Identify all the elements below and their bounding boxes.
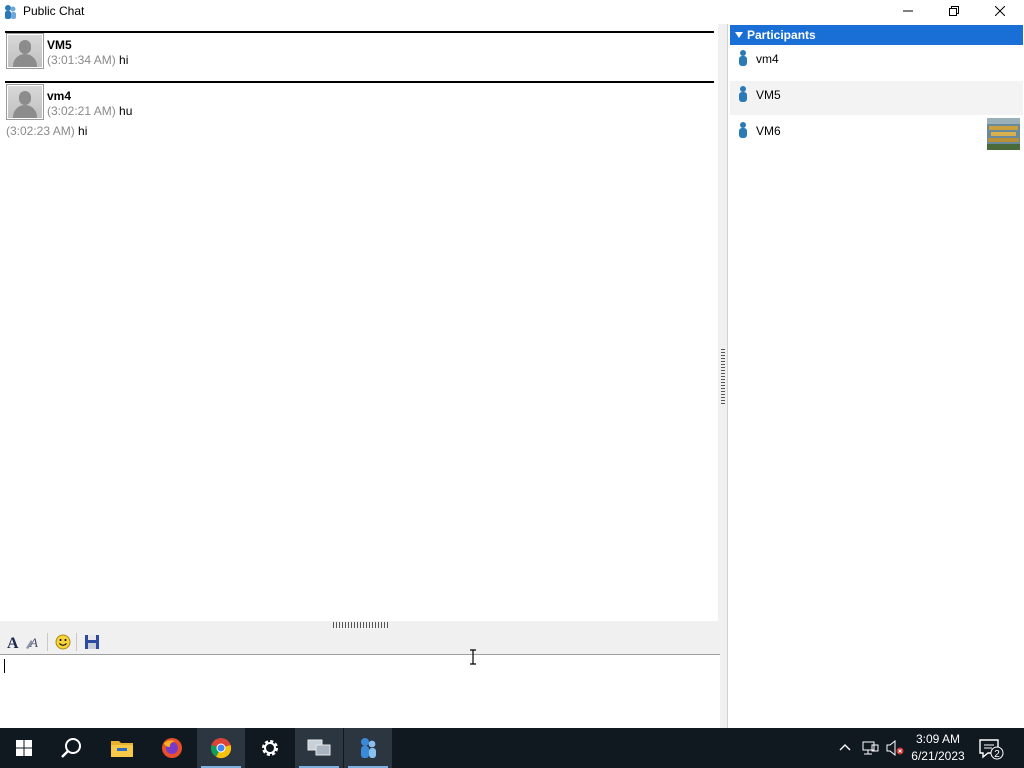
file-explorer-button[interactable] [98,728,146,768]
message-group: vm4 (3:02:21 AM) hu (3:02:23 AM) hi [0,81,718,141]
message-separator [5,81,714,83]
title-bar: Public Chat [0,0,1024,24]
clock-date: 6/21/2023 [911,749,965,763]
participant-name: vm4 [756,52,779,66]
message-group: VM5 (3:01:34 AM) hi [0,31,718,71]
user-icon [739,122,747,138]
emoticon-button[interactable] [53,632,73,652]
font-style-icon: A [26,635,38,650]
restore-icon [949,6,959,16]
close-icon [995,6,1005,16]
chrome-button[interactable] [197,728,245,768]
ibeam-cursor-icon [470,649,476,665]
minimize-button[interactable] [885,0,931,22]
window-title: Public Chat [23,4,85,18]
format-toolbar: A A [0,629,720,655]
message-input[interactable] [0,655,720,728]
network-app-button[interactable] [295,728,343,768]
app-icon [5,5,16,19]
restore-button[interactable] [931,0,977,22]
chat-transcript[interactable]: VM5 (3:01:34 AM) hi vm4 (3:02:21 AM) hu … [0,24,718,621]
font-icon: A [7,635,19,650]
taskbar: 3:09 AM 6/21/2023 2 [0,728,1024,768]
message-separator [5,31,714,33]
volume-muted-icon[interactable] [886,740,904,756]
start-icon [16,740,32,756]
network-app-icon [307,739,331,756]
user-icon [739,50,747,66]
font-style-button[interactable]: A [24,632,44,652]
firefox-icon [162,738,182,758]
avatar [6,33,44,69]
notification-button[interactable]: 2 [978,738,1004,763]
emoticon-icon [55,634,71,650]
splitter-grip[interactable] [333,622,388,628]
participant-name: VM5 [756,88,781,102]
message-text: hu [119,104,133,118]
participants-header[interactable]: Participants [730,25,1023,45]
minimize-icon [903,10,913,12]
notification-icon: 2 [979,739,1004,760]
chevron-up-icon[interactable] [838,740,852,754]
avatar [6,84,44,120]
notification-count: 2 [994,749,1000,760]
message-time: (3:02:23 AM) [6,124,75,138]
save-icon [85,635,99,649]
participant-item[interactable]: VM6 [730,117,1023,151]
horizontal-splitter[interactable] [0,621,720,629]
message-time: (3:01:34 AM) [47,53,116,67]
toolbar-separator [47,633,48,651]
firefox-button[interactable] [148,728,196,768]
message-text: hi [78,124,88,138]
settings-button[interactable] [246,728,294,768]
sender-name: vm4 [47,89,72,103]
sender-name: VM5 [47,38,72,52]
participant-item[interactable]: VM5 [730,81,1023,115]
message-text: hi [119,53,129,67]
file-explorer-icon [111,741,133,757]
participant-avatar-image [987,118,1020,150]
splitter-grip[interactable] [721,349,725,404]
chrome-icon [210,738,232,759]
chat-app-icon [361,738,376,758]
participants-panel: Participants vm4 VM5 VM6 [727,24,1024,728]
network-icon[interactable] [862,740,880,756]
font-button[interactable]: A [3,632,23,652]
message-line: (3:01:34 AM) hi [47,53,128,67]
start-button[interactable] [0,728,48,768]
user-icon [739,86,747,102]
svg-text:A: A [7,635,19,650]
message-line: (3:02:23 AM) hi [6,124,87,138]
message-line: (3:02:21 AM) hu [47,104,132,118]
save-button[interactable] [82,632,102,652]
participant-item[interactable]: vm4 [730,45,1023,79]
message-time: (3:02:21 AM) [47,104,116,118]
toolbar-separator [76,633,77,651]
collapse-arrow-icon[interactable] [735,32,743,38]
clock-time: 3:09 AM [915,732,961,746]
chat-app-button[interactable] [344,728,392,768]
search-icon [61,738,81,758]
text-caret [4,659,5,673]
search-button[interactable] [48,728,96,768]
participant-name: VM6 [756,124,781,138]
participants-header-label: Participants [747,28,816,42]
system-clock[interactable]: 3:09 AM 6/21/2023 [905,731,971,765]
settings-icon [262,740,278,756]
close-button[interactable] [977,0,1023,22]
